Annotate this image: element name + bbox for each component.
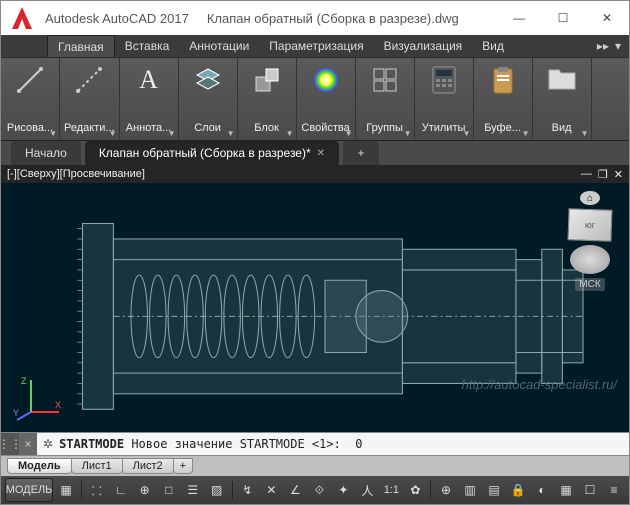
home-icon[interactable]: ⌂ xyxy=(580,191,600,205)
block-icon xyxy=(251,64,283,96)
units-icon[interactable]: ▥ xyxy=(459,479,481,501)
scale-button[interactable]: 1:1 xyxy=(380,479,402,501)
drawing-content xyxy=(36,208,614,425)
viewcube[interactable]: ⌂ юг МСК xyxy=(561,191,619,291)
layout-tabs: Модель Лист1 Лист2 + xyxy=(1,456,629,476)
svg-text:Z: Z xyxy=(21,376,27,386)
menu-tab-insert[interactable]: Вставка xyxy=(115,35,180,57)
properties-icon xyxy=(310,64,342,96)
viewport-controls[interactable]: [-][Сверху][Просвечивание] xyxy=(7,168,145,180)
document-tabs: Начало Клапан обратный (Сборка в разрезе… xyxy=(1,141,629,165)
layers-icon xyxy=(192,64,224,96)
minimize-button[interactable]: ― xyxy=(497,1,541,35)
viewcube-face[interactable]: юг xyxy=(567,209,612,243)
layout-tab-sheet1[interactable]: Лист1 xyxy=(71,458,123,474)
osnap-icon[interactable]: □ xyxy=(158,479,180,501)
clipboard-icon xyxy=(487,64,519,96)
cycle-icon[interactable]: ↯ xyxy=(236,479,258,501)
gear-icon[interactable]: ✲ xyxy=(37,437,59,451)
menu-tab-view[interactable]: Вид xyxy=(472,35,514,57)
groups-icon xyxy=(369,64,401,96)
ucs-label[interactable]: МСК xyxy=(575,278,604,291)
close-button[interactable]: ✕ xyxy=(585,1,629,35)
layout-tab-sheet2[interactable]: Лист2 xyxy=(122,458,174,474)
ribbon-modify[interactable]: Редакти...▼ xyxy=(60,58,120,140)
ribbon: Рисова...▼ Редакти...▼ A Аннота...▼ Слои… xyxy=(1,57,629,141)
lock-icon[interactable]: 🔒 xyxy=(507,479,529,501)
svg-text:Y: Y xyxy=(13,408,19,418)
ribbon-groups[interactable]: Группы▼ xyxy=(356,58,415,140)
drawing-canvas[interactable]: ⌂ юг МСК X Z Y http://autocad-specialist… xyxy=(1,183,629,432)
ribbon-properties[interactable]: Свойства▼ xyxy=(297,58,356,140)
doc-tab-start[interactable]: Начало xyxy=(11,141,81,165)
ribbon-view[interactable]: Вид▼ xyxy=(533,58,592,140)
layout-tab-model[interactable]: Модель xyxy=(7,458,72,474)
doc-tab-current[interactable]: Клапан обратный (Сборка в разрезе)* ✕ xyxy=(85,141,339,165)
layout-tab-add[interactable]: + xyxy=(173,458,193,474)
doc-tab-new[interactable]: + xyxy=(343,141,379,165)
app-logo[interactable] xyxy=(7,4,37,32)
play-icon[interactable]: ▸▸ xyxy=(597,39,609,53)
svg-text:X: X xyxy=(55,400,61,410)
cleanscreen-icon[interactable]: ☐ xyxy=(579,479,601,501)
gizmo-icon[interactable]: ✦ xyxy=(332,479,354,501)
customize-icon[interactable]: ≡ xyxy=(603,479,625,501)
text-icon: A xyxy=(133,64,165,96)
status-bar: МОДЕЛЬ ▦ ⸬ ∟ ⊕ □ ☰ ▨ ↯ ✕ ∠ ⟐ ✦ 人 1:1 ✿ ⊕… xyxy=(1,476,629,504)
edit-icon xyxy=(73,64,105,96)
close-viewport-icon[interactable]: ✕ xyxy=(614,168,623,181)
app-title: Autodesk AutoCAD 2017 xyxy=(45,11,189,26)
hardware-icon[interactable]: ▦ xyxy=(555,479,577,501)
annoscale-icon[interactable]: 人 xyxy=(356,479,378,501)
grid-icon[interactable]: ▦ xyxy=(55,479,77,501)
close-icon[interactable]: ✕ xyxy=(317,148,325,159)
navwheel-icon[interactable] xyxy=(570,245,610,274)
ribbon-layers[interactable]: Слои▼ xyxy=(179,58,238,140)
minimize-viewport-icon[interactable]: — xyxy=(581,168,592,181)
grip-icon[interactable]: ⋮⋮ xyxy=(1,433,19,455)
ortho-icon[interactable]: ∟ xyxy=(110,479,132,501)
3dosnap-icon[interactable]: ✕ xyxy=(260,479,282,501)
calc-icon xyxy=(428,64,460,96)
menu-tab-parametric[interactable]: Параметризация xyxy=(259,35,373,57)
ucs-icon: X Z Y xyxy=(11,372,61,422)
menu-tab-visualize[interactable]: Визуализация xyxy=(374,35,473,57)
viewport-header: [-][Сверху][Просвечивание] — ❐ ✕ xyxy=(1,165,629,183)
menu-tab-home[interactable]: Главная xyxy=(47,35,115,57)
snap-icon[interactable]: ⸬ xyxy=(86,479,108,501)
menu-tabs: Главная Вставка Аннотации Параметризация… xyxy=(1,35,629,57)
close-icon[interactable]: × xyxy=(19,433,37,455)
line-icon xyxy=(14,64,46,96)
file-title: Клапан обратный (Сборка в разрезе).dwg xyxy=(207,11,459,26)
transparency-icon[interactable]: ▨ xyxy=(206,479,228,501)
maximize-button[interactable]: ☐ xyxy=(541,1,585,35)
model-space-button[interactable]: МОДЕЛЬ xyxy=(5,478,53,502)
folder-icon xyxy=(546,64,578,96)
annomon-icon[interactable]: ⊕ xyxy=(435,479,457,501)
polar-icon[interactable]: ⊕ xyxy=(134,479,156,501)
ribbon-annotation[interactable]: A Аннота...▼ xyxy=(120,58,179,140)
ribbon-draw[interactable]: Рисова...▼ xyxy=(1,58,60,140)
titlebar: Autodesk AutoCAD 2017 Клапан обратный (С… xyxy=(1,1,629,35)
ribbon-minimize-icon[interactable]: ▾ xyxy=(615,39,621,53)
ribbon-utilities[interactable]: Утилиты▼ xyxy=(415,58,474,140)
ribbon-block[interactable]: Блок▼ xyxy=(238,58,297,140)
restore-viewport-icon[interactable]: ❐ xyxy=(598,168,608,181)
ribbon-clipboard[interactable]: Буфе...▼ xyxy=(474,58,533,140)
lineweight-icon[interactable]: ☰ xyxy=(182,479,204,501)
quickprops-icon[interactable]: ▤ xyxy=(483,479,505,501)
workspace-icon[interactable]: ✿ xyxy=(404,479,426,501)
isolate-icon[interactable]: ◐ xyxy=(531,479,553,501)
menu-tab-annotate[interactable]: Аннотации xyxy=(179,35,259,57)
watermark: http://autocad-specialist.ru/ xyxy=(462,377,617,392)
command-line[interactable]: ⋮⋮ × ✲ STARTMODE Новое значение STARTMOD… xyxy=(1,432,629,456)
filter-icon[interactable]: ⟐ xyxy=(308,479,330,501)
dynucs-icon[interactable]: ∠ xyxy=(284,479,306,501)
